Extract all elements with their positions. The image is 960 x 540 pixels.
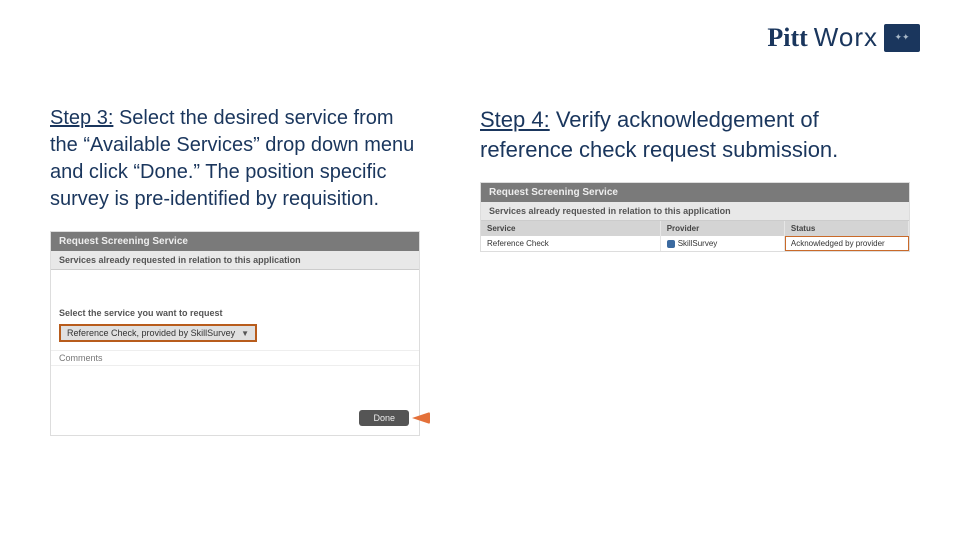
provider-icon: [667, 240, 675, 248]
cell-provider: SkillSurvey: [661, 236, 785, 251]
col-provider: Provider: [661, 221, 785, 236]
cell-status: Acknowledged by provider: [785, 236, 909, 251]
step-3-heading: Step 3: Select the desired service from …: [50, 105, 420, 213]
step-3-label: Step 3:: [50, 107, 113, 129]
comments-label: Comments: [51, 350, 419, 365]
status-table-row: Reference Check SkillSurvey Acknowledged…: [481, 236, 909, 251]
panel-subtitle: Services already requested in relation t…: [51, 251, 419, 270]
requested-services-body: [51, 270, 419, 300]
dropdown-selected-value: Reference Check, provided by SkillSurvey: [67, 328, 235, 338]
done-button[interactable]: Done: [359, 410, 409, 426]
step-4-column: Step 4: Verify acknowledgement of refere…: [480, 105, 910, 436]
step-4-heading: Step 4: Verify acknowledgement of refere…: [480, 105, 910, 164]
step-3-column: Step 3: Select the desired service from …: [50, 105, 420, 436]
cell-service: Reference Check: [481, 236, 661, 251]
comments-textarea[interactable]: [51, 365, 419, 405]
cell-provider-text: SkillSurvey: [678, 239, 718, 248]
request-screening-panel-step3: Request Screening Service Services alrea…: [50, 231, 420, 436]
chevron-down-icon: ▼: [241, 329, 249, 338]
panel-subtitle-r: Services already requested in relation t…: [481, 202, 909, 221]
panel-title: Request Screening Service: [51, 232, 419, 251]
col-status: Status: [785, 221, 909, 236]
step-4-label: Step 4:: [480, 107, 550, 132]
status-table-header: Service Provider Status: [481, 221, 909, 236]
request-screening-panel-step4: Request Screening Service Services alrea…: [480, 182, 910, 252]
arrow-left-icon: [412, 412, 430, 424]
logo-worx-text: Worx: [814, 22, 878, 53]
available-services-dropdown[interactable]: Reference Check, provided by SkillSurvey…: [59, 324, 257, 342]
select-service-label: Select the service you want to request: [51, 300, 419, 320]
brand-logo: Pitt Worx ✦✦: [767, 22, 920, 53]
col-service: Service: [481, 221, 661, 236]
logo-pitt-text: Pitt: [767, 23, 807, 53]
panel-title-r: Request Screening Service: [481, 183, 909, 202]
shield-icon: ✦✦: [884, 24, 920, 52]
